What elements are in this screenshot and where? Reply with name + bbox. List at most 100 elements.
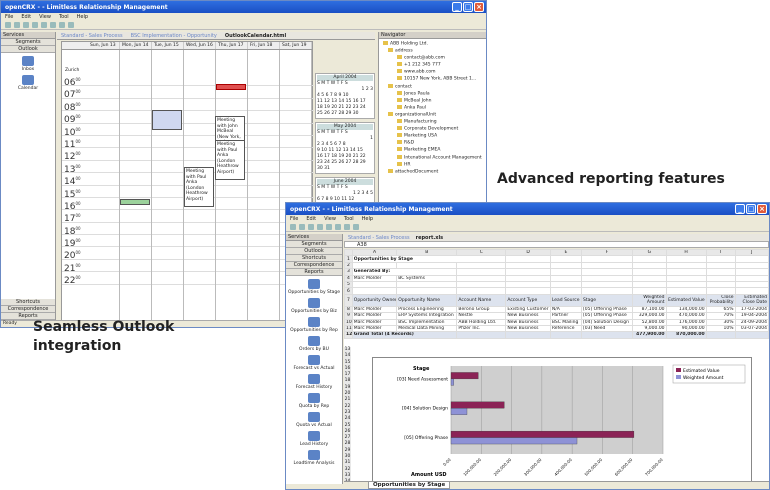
tab-sales-process[interactable]: Standard - Sales Process — [61, 33, 123, 39]
tree-item[interactable]: Corporate Development — [383, 126, 484, 133]
report-item[interactable]: Leadtime Analysis — [286, 450, 342, 466]
new-icon[interactable] — [23, 22, 29, 28]
back-icon[interactable] — [5, 22, 11, 28]
tree-item[interactable]: Marketing EMEA — [383, 147, 484, 154]
close-icon[interactable]: × — [474, 2, 484, 12]
day-header[interactable]: Fri, Jun 18 — [248, 42, 280, 49]
save-icon[interactable] — [317, 224, 323, 230]
cell[interactable]: ERP Systems Integration — [396, 312, 458, 320]
menu-help[interactable]: Help — [77, 14, 88, 20]
cell-reference[interactable]: A38 — [345, 242, 367, 248]
paste-icon[interactable] — [68, 22, 74, 28]
column-header[interactable]: Close Probability — [705, 293, 736, 307]
minimize-icon[interactable]: _ — [452, 2, 462, 12]
tree-item[interactable]: R&D — [383, 140, 484, 147]
report-item[interactable]: Opportunities by Stage — [286, 279, 342, 295]
tree-item[interactable]: www.abb.com — [383, 69, 484, 76]
outlook-button[interactable]: Outlook — [1, 46, 55, 53]
segments-button[interactable]: Segments — [1, 39, 55, 46]
inbox-item[interactable]: Inbox — [1, 56, 55, 72]
column-header[interactable]: Opportunity Owner — [351, 293, 398, 307]
tree-item[interactable]: HR — [383, 161, 484, 169]
forward-icon[interactable] — [299, 224, 305, 230]
mini-calendar-april[interactable]: April 2004 S M T W T F S 1 2 3 4 5 6 7 8… — [315, 73, 375, 119]
menu-file[interactable]: File — [290, 216, 298, 222]
cell[interactable]: [05] Offering Phase — [580, 312, 634, 320]
total-label[interactable]: Grand Total (4 Records) — [351, 331, 458, 339]
tree-item[interactable]: address — [383, 48, 484, 55]
print-icon[interactable] — [326, 224, 332, 230]
forward-icon[interactable] — [14, 22, 20, 28]
copy-icon[interactable] — [59, 22, 65, 28]
appointment[interactable]: Meeting with Paul Anka (London Heathrow … — [184, 167, 214, 207]
report-item[interactable]: Opportunities by Biz — [286, 298, 342, 314]
report-item[interactable]: Forecast vs Actual — [286, 355, 342, 371]
outlook-button[interactable]: Outlook — [286, 248, 342, 255]
report-item[interactable]: Lead History — [286, 431, 342, 447]
maximize-icon[interactable]: □ — [746, 204, 756, 214]
segments-button[interactable]: Segments — [286, 241, 342, 248]
column-header[interactable]: Weighted Amount — [632, 293, 667, 307]
close-icon[interactable]: × — [757, 204, 767, 214]
menu-view[interactable]: View — [39, 14, 51, 20]
report-item[interactable]: Quota vs Actual — [286, 412, 342, 428]
tab-report[interactable]: report.xls — [416, 235, 444, 241]
tree-item[interactable]: contact — [383, 83, 484, 91]
cell[interactable]: [04] Solution Design — [580, 318, 634, 326]
menu-edit[interactable]: Edit — [21, 14, 31, 20]
column-header[interactable]: Stage — [580, 293, 634, 307]
reports-button[interactable]: Reports — [286, 269, 342, 276]
appointment[interactable] — [152, 110, 182, 130]
tree-item[interactable]: Manufacturing — [383, 119, 484, 126]
appointment[interactable] — [120, 199, 150, 205]
back-icon[interactable] — [290, 224, 296, 230]
tree-item[interactable]: Intenational Account Management — [383, 154, 484, 162]
appointment[interactable]: Meeting with Paul Anka (London Heathrow … — [215, 140, 245, 180]
day-header[interactable]: Wed, Jun 16 — [184, 42, 216, 49]
shortcuts-button[interactable]: Shortcuts — [1, 299, 55, 306]
cell[interactable]: 03-07-2004 — [734, 324, 769, 333]
menu-tool[interactable]: Tool — [344, 216, 354, 222]
total-estimated[interactable]: 870,000.00 — [665, 331, 707, 339]
menu-edit[interactable]: Edit — [306, 216, 316, 222]
day-header[interactable]: Tue, Jun 15 — [152, 42, 184, 49]
menu-help[interactable]: Help — [362, 216, 373, 222]
appointment[interactable] — [216, 84, 246, 90]
copy-icon[interactable] — [344, 224, 350, 230]
sheet-tab[interactable]: Opportunities by Stage — [368, 482, 451, 489]
tree-item[interactable]: McBeal John — [383, 97, 484, 105]
tree-item[interactable]: Marketing USA — [383, 133, 484, 140]
day-header[interactable]: Sat, Jun 19 — [280, 42, 312, 49]
tree-item[interactable]: 10157 New York, ABB Street 1... — [383, 76, 484, 83]
mini-calendar-may[interactable]: May 2004 S M T W T F S 1 2 3 4 5 6 7 8 9… — [315, 122, 375, 174]
day-header[interactable]: Sun, Jun 13 — [88, 42, 120, 49]
column-header[interactable]: Opportunity Name — [396, 293, 458, 307]
column-header[interactable]: Lead Source — [549, 293, 582, 307]
report-item[interactable]: Orders by BU — [286, 336, 342, 352]
tree-item[interactable]: attachedDocument — [383, 168, 484, 176]
cell[interactable]: 19-04-2004 — [734, 312, 769, 320]
day-header[interactable]: Mon, Jun 14 — [120, 42, 152, 49]
column-header[interactable]: Account Type — [505, 293, 551, 307]
tree-item[interactable]: +1 212 345 777 — [383, 62, 484, 69]
print-icon[interactable] — [41, 22, 47, 28]
tree-item[interactable]: ABB Holding Ltd. — [383, 41, 484, 48]
menu-file[interactable]: File — [5, 14, 13, 20]
tab-outlook-calendar[interactable]: OutlookCalendar.html — [225, 33, 286, 39]
column-header[interactable]: Estimated Close Date — [734, 293, 769, 307]
column-header[interactable]: Account Name — [456, 293, 507, 307]
tab-sales-process[interactable]: Standard - Sales Process — [348, 235, 410, 241]
cut-icon[interactable] — [50, 22, 56, 28]
menu-view[interactable]: View — [324, 216, 336, 222]
column-header[interactable]: Estimated Value — [665, 293, 707, 307]
paste-icon[interactable] — [353, 224, 359, 230]
total-weighted[interactable]: 477,900.00 — [632, 331, 667, 339]
report-item[interactable]: Forecast History — [286, 374, 342, 390]
calendar-item[interactable]: Calendar — [1, 75, 55, 91]
tree-item[interactable]: Anka Paul — [383, 104, 484, 112]
report-item[interactable]: Opportunities by Rep — [286, 317, 342, 333]
tab-bsc-implementation[interactable]: BSC Implementation - Opportunity — [131, 33, 217, 39]
tree-item[interactable]: Jones Paula — [383, 90, 484, 98]
cell[interactable]: 24-09-2004 — [734, 318, 769, 326]
day-header[interactable]: Thu, Jun 17 — [216, 42, 248, 49]
